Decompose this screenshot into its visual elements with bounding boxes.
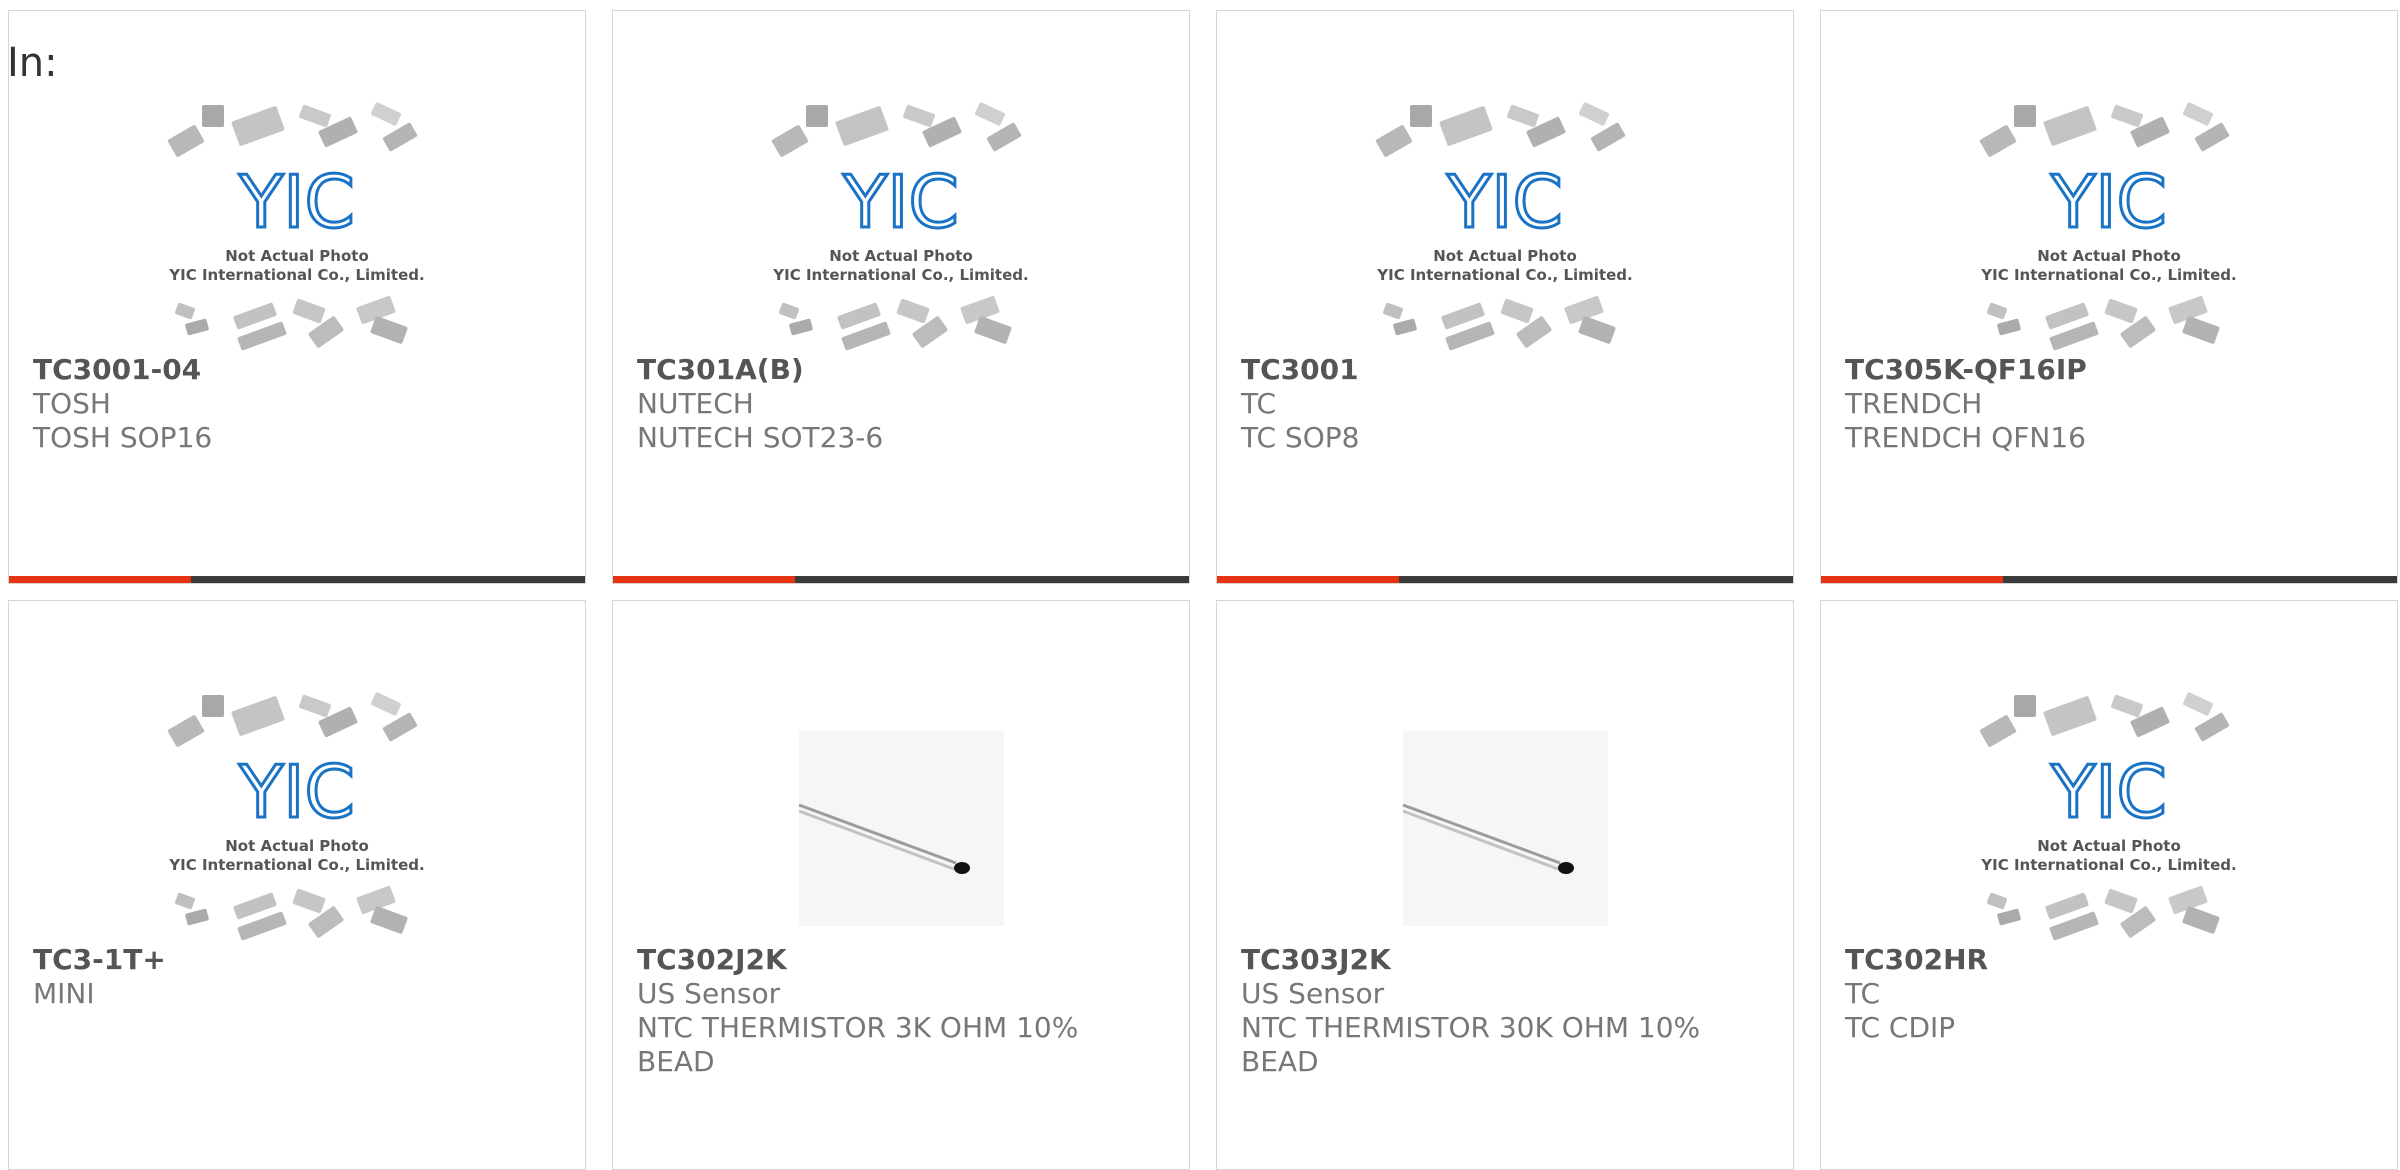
product-image: YIC Not Actual Photo YIC International Co.… <box>162 691 432 941</box>
manufacturer: MINI <box>33 977 95 1010</box>
manufacturer: TC <box>1241 387 1277 420</box>
placeholder-photo-icon: YIC Not Actual PhotoYIC International Co.… <box>167 102 425 351</box>
thermistor-photo-icon <box>1402 731 1608 926</box>
part-number[interactable]: TC303J2K <box>1241 943 1763 977</box>
yic-logo: YIC <box>842 160 959 244</box>
svg-text:YIC International Co., Limited: YIC International Co., Limited. <box>168 856 424 874</box>
product-card[interactable]: TC303J2K US Sensor NTC THERMISTOR 30K OH… <box>1216 600 1794 1170</box>
yic-logo: YIC <box>238 160 355 244</box>
product-grid: YIC Not Actual Photo YIC International Co.… <box>0 0 2400 1170</box>
svg-text:Not Actual Photo: Not Actual Photo <box>829 247 973 265</box>
card-accent-bar <box>1821 576 2397 583</box>
placeholder-photo-icon: YIC Not Actual PhotoYIC International Co.… <box>1979 102 2237 351</box>
product-image <box>1370 691 1640 941</box>
product-card[interactable]: YIC Not Actual Photo YIC International Co.… <box>1216 10 1794 584</box>
placeholder-photo-icon: YIC Not Actual PhotoYIC International Co.… <box>771 102 1029 351</box>
description: TRENDCH QFN16 <box>1845 421 2086 454</box>
product-image: YIC Not Actual Photo YIC International Co.… <box>1370 101 1640 351</box>
product-card[interactable]: YIC Not Actual Photo YIC International Co.… <box>8 10 586 584</box>
svg-text:Not Actual Photo: Not Actual Photo <box>2037 837 2181 855</box>
description: TOSH SOP16 <box>33 421 213 454</box>
part-number[interactable]: TC3-1T+ <box>33 943 555 977</box>
svg-text:YIC International Co., Limited: YIC International Co., Limited. <box>1980 856 2236 874</box>
card-accent-bar <box>9 576 585 583</box>
part-number[interactable]: TC302J2K <box>637 943 1159 977</box>
svg-text:Not Actual Photo: Not Actual Photo <box>1433 247 1577 265</box>
filter-heading: In: <box>7 40 58 86</box>
description: TC SOP8 <box>1241 421 1360 454</box>
product-card[interactable]: YIC Not Actual Photo YIC International Co.… <box>1820 10 2398 584</box>
product-image: YIC Not Actual Photo YIC International Co.… <box>766 101 1036 351</box>
manufacturer: TC <box>1845 977 1881 1010</box>
manufacturer: TOSH <box>33 387 111 420</box>
svg-text:Not Actual Photo: Not Actual Photo <box>225 247 369 265</box>
yic-logo: YIC <box>2050 160 2167 244</box>
product-image: YIC Not Actual Photo YIC International Co.… <box>162 101 432 351</box>
yic-logo: YIC <box>1446 160 1563 244</box>
product-card[interactable]: TC302J2K US Sensor NTC THERMISTOR 3K OHM… <box>612 600 1190 1170</box>
card-accent-bar <box>1217 576 1793 583</box>
svg-text:YIC International Co., Limited: YIC International Co., Limited. <box>772 266 1028 284</box>
svg-text:Not Actual Photo: Not Actual Photo <box>2037 247 2181 265</box>
product-card[interactable]: YIC Not Actual Photo YIC International Co.… <box>1820 600 2398 1170</box>
product-card[interactable]: YIC Not Actual Photo YIC International Co.… <box>8 600 586 1170</box>
part-number[interactable]: TC3001 <box>1241 353 1763 387</box>
placeholder-photo-icon: YIC Not Actual PhotoYIC International Co.… <box>167 692 425 941</box>
description: NUTECH SOT23-6 <box>637 421 884 454</box>
description: NTC THERMISTOR 30K OHM 10% BEAD <box>1241 1011 1701 1078</box>
manufacturer: NUTECH <box>637 387 754 420</box>
svg-text:YIC International Co., Limited: YIC International Co., Limited. <box>168 266 424 284</box>
placeholder-photo-icon: YIC Not Actual PhotoYIC International Co.… <box>1375 102 1633 351</box>
part-number[interactable]: TC305K-QF16IP <box>1845 353 2367 387</box>
manufacturer: TRENDCH <box>1845 387 1983 420</box>
placeholder-photo-icon: YIC Not Actual PhotoYIC International Co.… <box>1979 692 2237 941</box>
card-accent-bar <box>613 576 1189 583</box>
svg-text:YIC International Co., Limited: YIC International Co., Limited. <box>1376 266 1632 284</box>
yic-logo: YIC <box>238 750 355 834</box>
product-image <box>766 691 1036 941</box>
svg-text:Not Actual Photo: Not Actual Photo <box>225 837 369 855</box>
manufacturer: US Sensor <box>1241 977 1385 1010</box>
product-image: YIC Not Actual Photo YIC International Co.… <box>1974 101 2244 351</box>
yic-logo: YIC <box>2050 750 2167 834</box>
product-image: YIC Not Actual Photo YIC International Co.… <box>1974 691 2244 941</box>
product-card[interactable]: YIC Not Actual Photo YIC International Co.… <box>612 10 1190 584</box>
description: TC CDIP <box>1845 1011 1956 1044</box>
part-number[interactable]: TC302HR <box>1845 943 2367 977</box>
part-number[interactable]: TC3001-04 <box>33 353 555 387</box>
manufacturer: US Sensor <box>637 977 781 1010</box>
thermistor-photo-icon <box>798 731 1004 926</box>
part-number[interactable]: TC301A(B) <box>637 353 1159 387</box>
svg-text:YIC International Co., Limited: YIC International Co., Limited. <box>1980 266 2236 284</box>
description: NTC THERMISTOR 3K OHM 10% BEAD <box>637 1011 1079 1078</box>
